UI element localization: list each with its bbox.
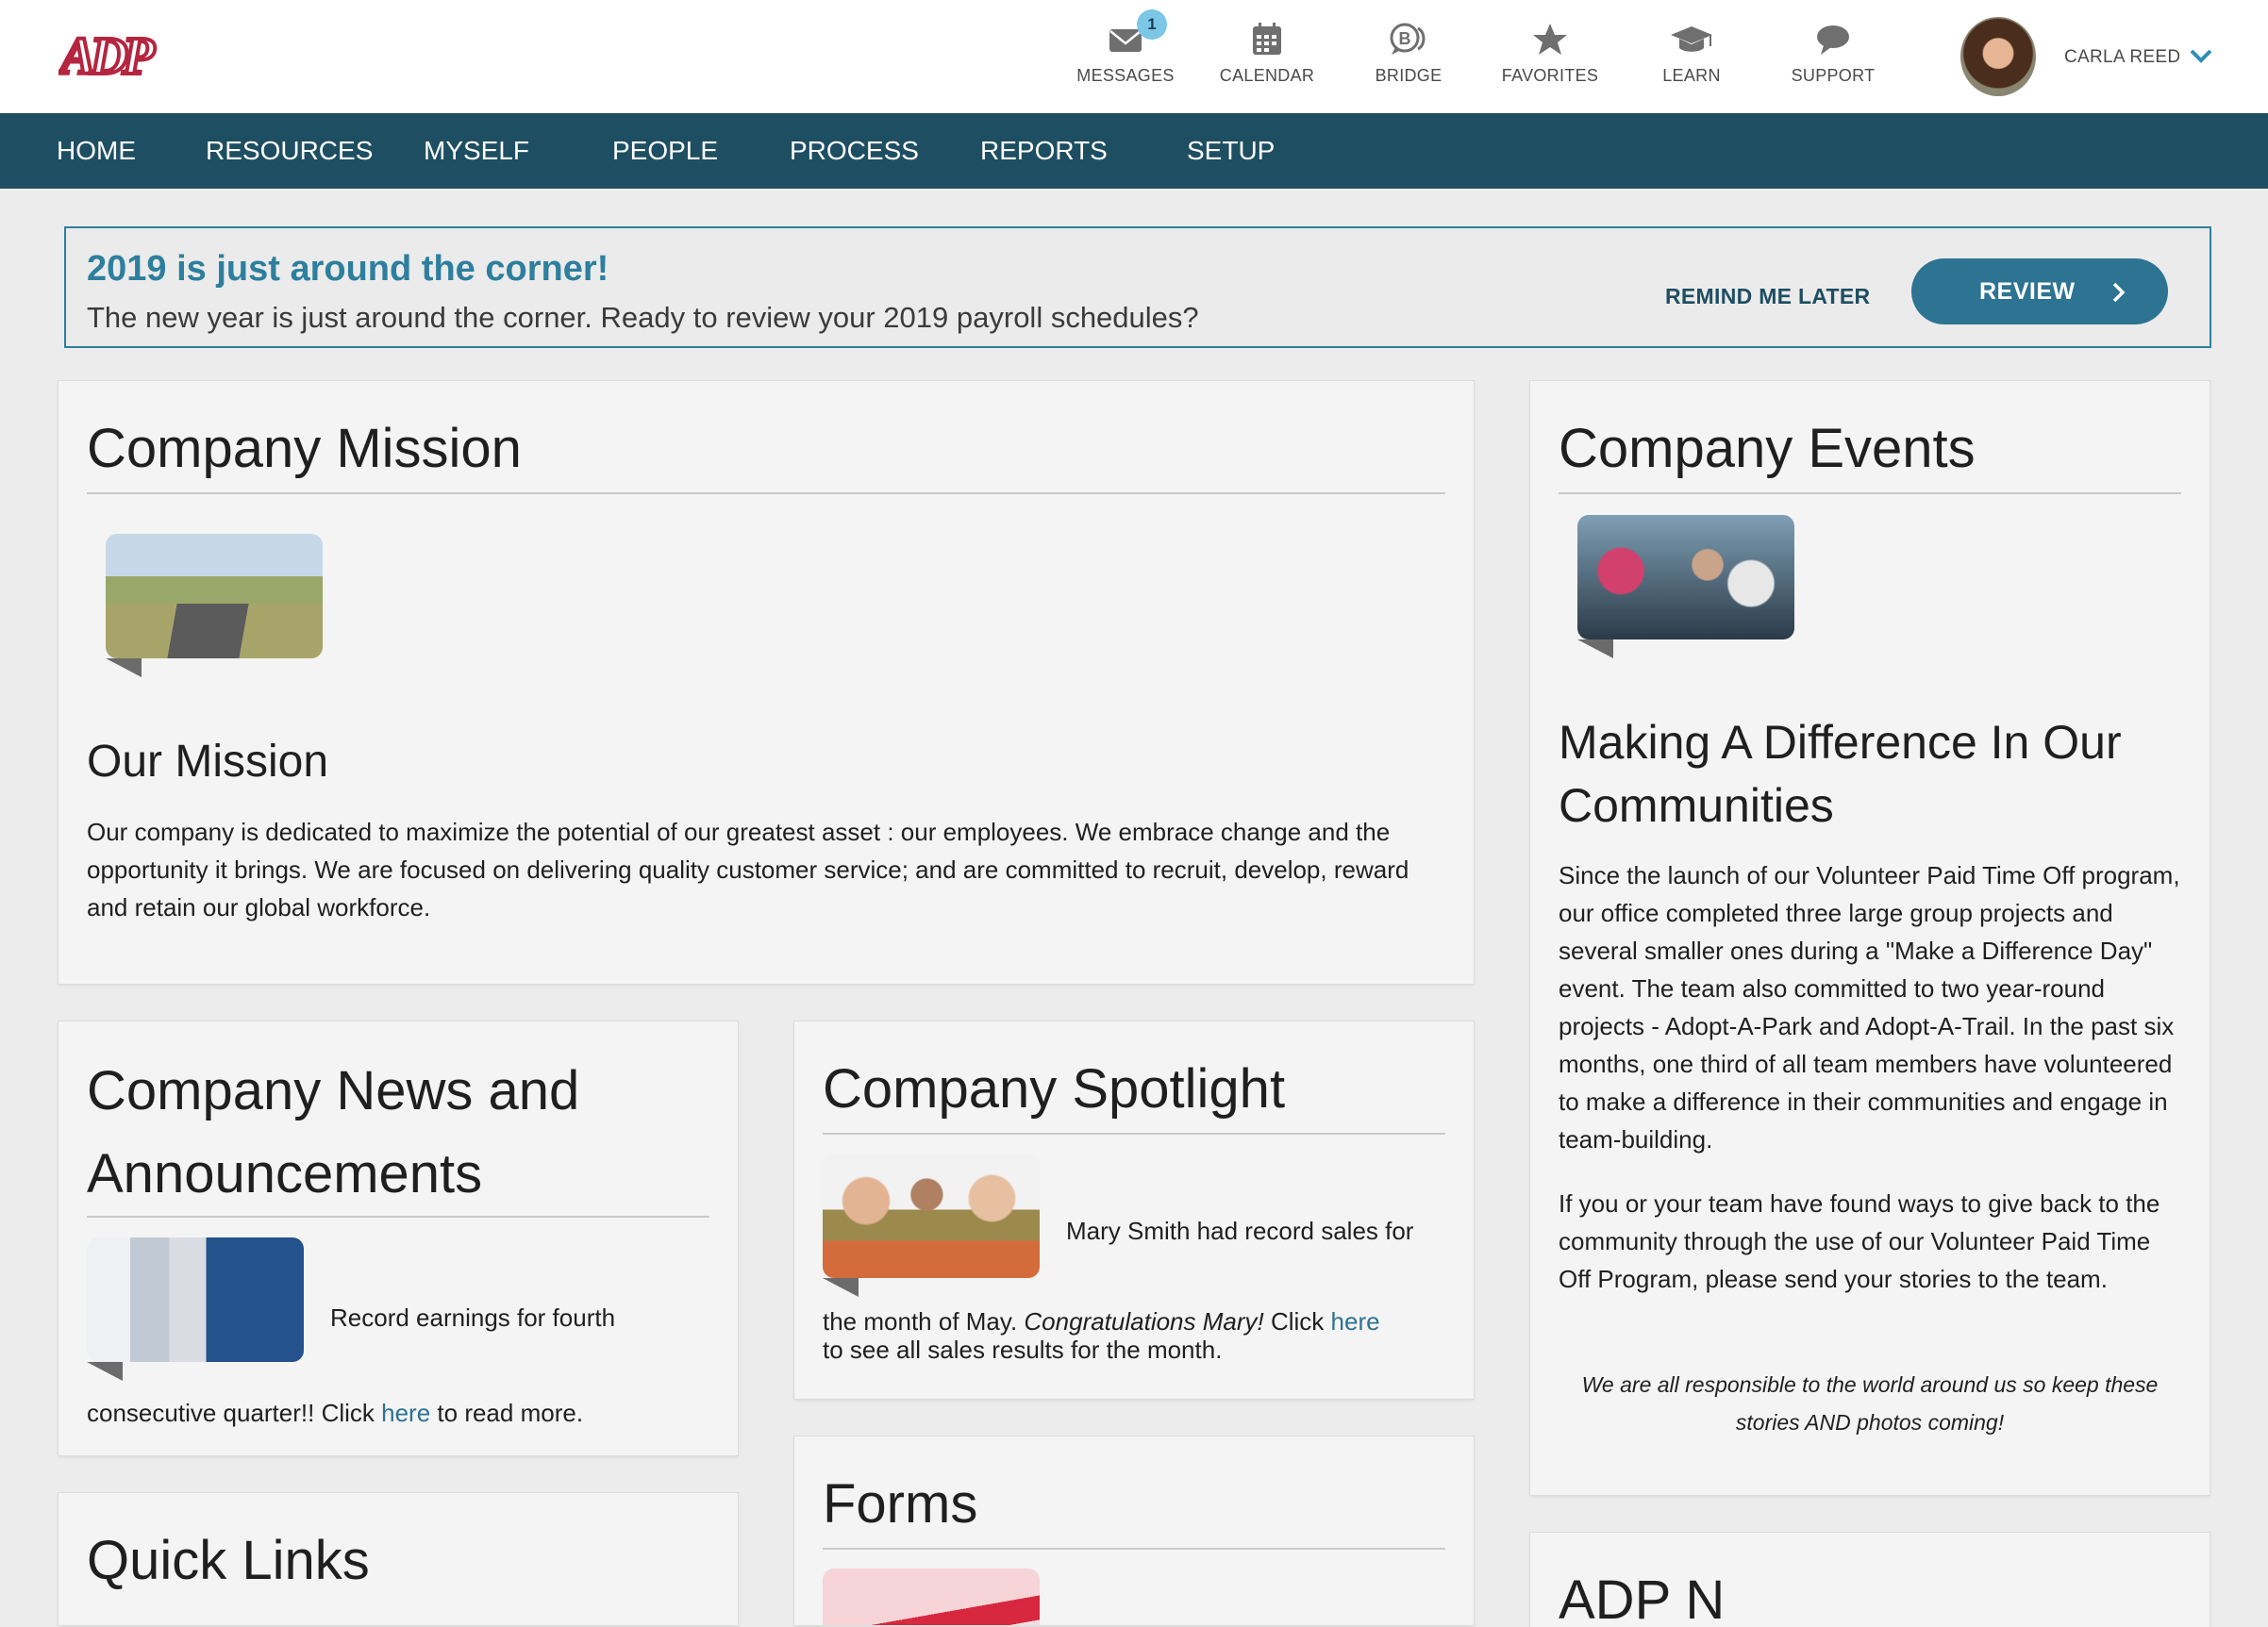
company-news-card: Company News and Announcements Record ea… xyxy=(58,1021,738,1455)
spotlight-text: the month of May. Congratulations Mary! … xyxy=(823,1307,1445,1364)
adp-news-card: ADP N xyxy=(1530,1533,2210,1627)
card-title: Quick Links xyxy=(87,1530,370,1591)
company-events-card: Company Events Making A Difference In Ou… xyxy=(1530,381,2210,1495)
photo-tail xyxy=(87,1362,123,1381)
news-text-b: to read more. xyxy=(430,1399,584,1427)
title-divider xyxy=(823,1548,1445,1550)
forms-card: Forms xyxy=(794,1436,1474,1625)
banner-text: The new year is just around the corner. … xyxy=(87,301,1199,334)
learn-button[interactable]: LEARN xyxy=(1635,21,1748,96)
learn-label: LEARN xyxy=(1662,66,1721,85)
spotlight-text-b: Click xyxy=(1263,1307,1331,1336)
favorites-label: FAVORITES xyxy=(1501,66,1599,85)
spotlight-headline: Mary Smith had record sales for xyxy=(1066,1217,1414,1245)
title-divider xyxy=(87,1216,709,1218)
mission-text: Our company is dedicated to maximize the… xyxy=(87,818,1409,921)
card-title: Forms xyxy=(823,1473,978,1535)
photo-tail xyxy=(1577,639,1613,658)
calendar-label: CALENDAR xyxy=(1219,66,1315,85)
nav-setup[interactable]: SETUP xyxy=(1187,113,1275,189)
card-title: Company Spotlight xyxy=(823,1058,1286,1120)
chevron-right-icon xyxy=(2112,282,2126,303)
remind-me-later-link[interactable]: REMIND ME LATER xyxy=(1665,284,1870,309)
favorites-button[interactable]: FAVORITES xyxy=(1493,21,1607,96)
title-divider xyxy=(823,1133,1445,1135)
user-name[interactable]: CARLA REED xyxy=(2064,47,2180,68)
adp-logo[interactable]: ADP xyxy=(56,25,172,88)
road-photo xyxy=(106,534,323,658)
banner-title: 2019 is just around the corner! xyxy=(87,249,609,289)
company-spotlight-card: Company Spotlight Mary Smith had record … xyxy=(794,1021,1474,1399)
news-headline: Record earnings for fourth xyxy=(330,1303,616,1332)
spotlight-results-link[interactable]: here xyxy=(1331,1307,1380,1336)
card-title: Company Mission xyxy=(87,418,522,479)
bridge-icon: B xyxy=(1390,23,1426,55)
calendar-button[interactable]: CALENDAR xyxy=(1210,21,1324,96)
graduation-cap-icon xyxy=(1671,26,1712,52)
events-text-2: If you or your team have found ways to g… xyxy=(1559,1189,2160,1293)
nav-process[interactable]: PROCESS xyxy=(790,113,919,189)
adp-logo-text: ADP xyxy=(58,28,156,81)
svg-text:B: B xyxy=(1399,29,1411,48)
nav-home[interactable]: HOME xyxy=(57,113,136,189)
news-text-a: consecutive quarter!! Click xyxy=(87,1399,382,1427)
chat-bubble-icon xyxy=(1817,25,1849,55)
mission-subtitle: Our Mission xyxy=(87,737,329,787)
spotlight-text-c: to see all sales results for the month. xyxy=(823,1336,1223,1364)
team-photo xyxy=(823,1154,1040,1278)
company-mission-card: Company Mission Our Mission Our company … xyxy=(58,381,1474,984)
photo-tail xyxy=(106,658,142,677)
chevron-down-icon[interactable] xyxy=(2189,47,2213,64)
message-count-badge: 1 xyxy=(1137,9,1167,40)
events-quote: We are all responsible to the world arou… xyxy=(1581,1372,2159,1435)
user-avatar[interactable] xyxy=(1960,17,2036,96)
news-read-more-link[interactable]: here xyxy=(381,1399,430,1427)
newspaper-photo xyxy=(87,1237,304,1362)
events-subtitle: Making A Difference In Our Communities xyxy=(1559,716,2122,832)
photo-tail xyxy=(823,1278,859,1297)
nav-myself[interactable]: MYSELF xyxy=(424,113,529,189)
card-title: ADP N xyxy=(1559,1569,1726,1627)
notification-banner: 2019 is just around the corner! The new … xyxy=(64,226,2211,348)
spotlight-congrats: Congratulations Mary! xyxy=(1024,1307,1264,1336)
quick-links-card: Quick Links xyxy=(58,1493,738,1625)
title-divider xyxy=(87,492,1445,494)
support-button[interactable]: SUPPORT xyxy=(1776,21,1890,96)
news-text: consecutive quarter!! Click here to read… xyxy=(87,1394,709,1432)
nav-people[interactable]: PEOPLE xyxy=(612,113,718,189)
calendar-icon xyxy=(1253,23,1281,55)
card-title: Company News and Announcements xyxy=(87,1060,580,1204)
star-icon xyxy=(1533,24,1567,55)
nav-resources[interactable]: RESOURCES xyxy=(206,113,373,189)
volunteer-event-photo xyxy=(1577,515,1794,639)
review-label: REVIEW xyxy=(1979,278,2076,305)
messages-button[interactable]: 1 MESSAGES xyxy=(1069,9,1182,96)
bridge-label: BRIDGE xyxy=(1375,66,1443,85)
card-title: Company Events xyxy=(1559,418,1976,479)
top-header: ADP 1 MESSAGES CALENDAR B BRIDGE FAVORIT… xyxy=(0,0,2268,113)
review-button[interactable]: REVIEW xyxy=(1911,258,2168,324)
health-insurance-form-photo xyxy=(823,1569,1040,1625)
support-label: SUPPORT xyxy=(1791,66,1876,85)
main-nav: HOME RESOURCES MYSELF PEOPLE PROCESS REP… xyxy=(0,113,2268,189)
title-divider xyxy=(1559,492,2181,494)
events-text: Since the launch of our Volunteer Paid T… xyxy=(1559,861,2180,1154)
bridge-button[interactable]: B BRIDGE xyxy=(1352,21,1465,96)
spotlight-text-a: the month of May. xyxy=(823,1307,1025,1336)
messages-label: MESSAGES xyxy=(1076,66,1175,85)
nav-reports[interactable]: REPORTS xyxy=(980,113,1108,189)
